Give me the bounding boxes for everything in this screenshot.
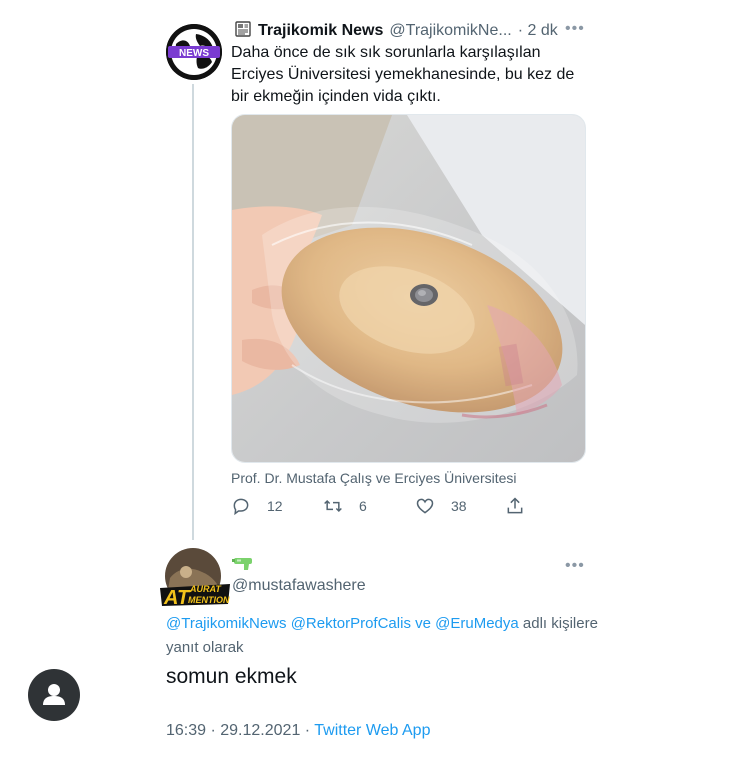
reply-more-options-icon[interactable]: ••• xyxy=(565,557,585,575)
like-button[interactable]: 38 xyxy=(415,496,467,516)
tweet-text: Daha önce de sık sık sorunlarla karşılaş… xyxy=(231,44,575,105)
tweet-time[interactable]: · 2 dk xyxy=(518,22,558,40)
share-icon xyxy=(507,497,523,514)
reply-count: 12 xyxy=(267,498,283,514)
reply-author-avatar[interactable]: AT AURAT MENTION xyxy=(160,548,232,609)
reply-icon xyxy=(233,498,249,516)
profile-icon xyxy=(43,684,65,705)
tweet-metadata: 16:39 · 29.12.2021 · Twitter Web App xyxy=(166,722,430,740)
more-options-icon[interactable]: ••• xyxy=(565,20,585,40)
avatar-sub-text: MENTION xyxy=(188,595,230,605)
tagged-users[interactable]: Prof. Dr. Mustafa Çalış ve Erciyes Ünive… xyxy=(231,470,517,486)
tweet-photo[interactable] xyxy=(231,114,586,463)
thread-connector xyxy=(192,84,194,540)
avatar-top-text: AURAT xyxy=(189,584,222,594)
retweet-count: 6 xyxy=(359,498,367,514)
tweet-actions: 12 6 38 xyxy=(231,496,561,522)
retweet-button[interactable]: 6 xyxy=(323,496,367,516)
reply-button[interactable]: 12 xyxy=(231,496,283,516)
water-gun-emoji-icon xyxy=(232,556,254,570)
like-icon xyxy=(416,498,434,514)
avatar-main-text: AT xyxy=(163,587,191,608)
share-button[interactable] xyxy=(505,496,525,516)
newspaper-emoji-icon xyxy=(234,20,252,43)
mention-and: ve xyxy=(415,615,431,632)
source-app[interactable]: Twitter Web App xyxy=(314,722,430,739)
profile-button[interactable] xyxy=(28,669,80,721)
mention-trajikomiknews[interactable]: @TrajikomikNews xyxy=(166,615,287,632)
avatar-news-label: NEWS xyxy=(179,48,209,59)
timestamp[interactable]: 16:39 · 29.12.2021 · xyxy=(166,722,310,739)
reply-text: somun ekmek xyxy=(166,665,297,688)
mention-rektorprofcalis[interactable]: @RektorProfCalis xyxy=(291,615,411,632)
retweet-icon xyxy=(324,499,342,513)
tweet-header: Trajikomik News @TrajikomikNe... · 2 dk xyxy=(234,20,558,42)
author-name[interactable]: Trajikomik News xyxy=(258,22,383,40)
mention-erumedya[interactable]: @EruMedya xyxy=(435,615,519,632)
author-avatar[interactable]: NEWS xyxy=(166,24,222,80)
reply-author-handle[interactable]: @mustafawashere xyxy=(232,577,366,595)
replying-to: @TrajikomikNews @RektorProfCalis ve @Eru… xyxy=(166,612,606,660)
like-count: 38 xyxy=(451,498,467,514)
author-handle[interactable]: @TrajikomikNe... xyxy=(389,22,511,40)
